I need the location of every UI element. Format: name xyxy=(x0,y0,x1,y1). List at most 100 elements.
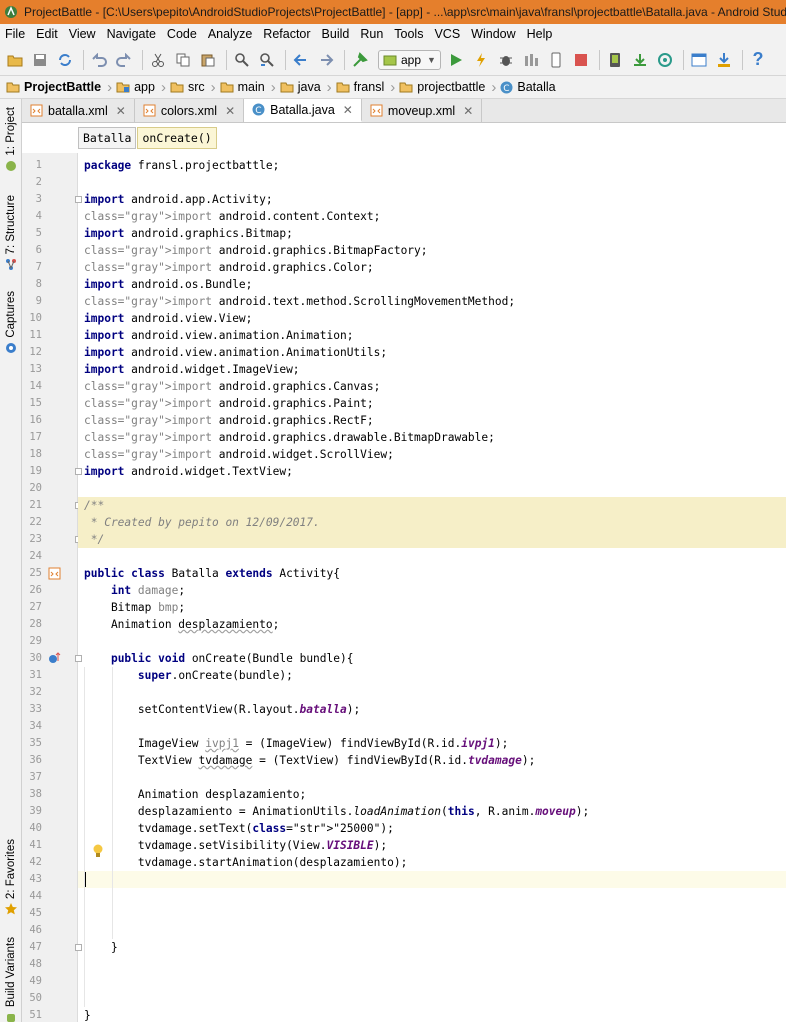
avd-manager-icon[interactable] xyxy=(604,49,626,71)
editor-tab[interactable]: batalla.xml ✕ xyxy=(22,99,135,122)
replace-icon[interactable] xyxy=(256,49,278,71)
code-line[interactable] xyxy=(78,548,786,565)
editor-tab[interactable]: colors.xml ✕ xyxy=(135,99,245,122)
code-line[interactable]: class="gray">import android.text.method.… xyxy=(78,293,786,310)
code-line[interactable]: setContentView(R.layout.batalla); xyxy=(78,701,786,718)
code-editor[interactable]: Batalla onCreate() 1 2 3 4 5 6 7 8 9 10 11 12 13 14 15… xyxy=(22,123,786,1022)
code-line[interactable]: class="gray">import android.graphics.Bit… xyxy=(78,242,786,259)
code-line[interactable]: public void onCreate(Bundle bundle){ xyxy=(78,650,786,667)
code-line[interactable] xyxy=(78,684,786,701)
code-line[interactable]: import android.view.animation.Animation; xyxy=(78,327,786,344)
code-line[interactable] xyxy=(78,905,786,922)
menu-build[interactable]: Build xyxy=(317,27,356,41)
close-icon[interactable]: ✕ xyxy=(343,103,353,117)
breadcrumb-item[interactable]: src › xyxy=(170,76,220,99)
cut-icon[interactable] xyxy=(147,49,169,71)
code-line[interactable]: Bitmap bmp; xyxy=(78,599,786,616)
forward-icon[interactable] xyxy=(315,49,337,71)
line-number-gutter[interactable]: 1 2 3 4 5 6 7 8 9 10 11 12 13 14 15 16 17 18 19 20 21 22 23 24 2… xyxy=(22,153,82,1022)
make-project-icon[interactable] xyxy=(349,49,371,71)
code-line[interactable]: tvdamage.setVisibility(View.VISIBLE); xyxy=(78,837,786,854)
find-icon[interactable] xyxy=(231,49,253,71)
code-line[interactable]: Animation desplazamiento; xyxy=(78,616,786,633)
sidebar-tab-build-variants[interactable]: Build Variants xyxy=(0,937,22,1022)
menu-edit[interactable]: Edit xyxy=(31,27,64,41)
back-icon[interactable] xyxy=(290,49,312,71)
menu-help[interactable]: Help xyxy=(522,27,559,41)
menu-code[interactable]: Code xyxy=(162,27,203,41)
code-line[interactable] xyxy=(78,480,786,497)
editor-breadcrumb-method[interactable]: onCreate() xyxy=(137,127,217,149)
breadcrumb-item[interactable]: projectbattle › xyxy=(399,76,500,99)
code-line[interactable]: import android.view.animation.AnimationU… xyxy=(78,344,786,361)
close-icon[interactable]: ✕ xyxy=(225,104,235,118)
code-line[interactable]: import android.widget.ImageView; xyxy=(78,361,786,378)
paste-icon[interactable] xyxy=(197,49,219,71)
breadcrumb-item[interactable]: main › xyxy=(220,76,280,99)
breadcrumb-item[interactable]: fransl › xyxy=(336,76,400,99)
code-line[interactable] xyxy=(78,973,786,990)
breadcrumb-item[interactable]: app › xyxy=(116,76,170,99)
menu-vcs[interactable]: VCS xyxy=(429,27,466,41)
close-icon[interactable]: ✕ xyxy=(463,104,473,118)
code-line[interactable]: class="gray">import android.graphics.Pai… xyxy=(78,395,786,412)
save-all-icon[interactable] xyxy=(29,49,51,71)
code-line[interactable]: tvdamage.startAnimation(desplazamiento); xyxy=(78,854,786,871)
copy-icon[interactable] xyxy=(172,49,194,71)
code-line[interactable]: import android.app.Activity; xyxy=(78,191,786,208)
android-manifest-icon[interactable] xyxy=(48,567,61,583)
code-line[interactable]: class="gray">import android.graphics.Can… xyxy=(78,378,786,395)
close-icon[interactable]: ✕ xyxy=(116,104,126,118)
code-line[interactable]: class="gray">import android.widget.Scrol… xyxy=(78,446,786,463)
code-line[interactable]: tvdamage.setText(class="str">"25000"); xyxy=(78,820,786,837)
instant-run-icon[interactable] xyxy=(470,49,492,71)
editor-breadcrumb-class[interactable]: Batalla xyxy=(78,127,137,149)
code-line[interactable]: ImageView ivpj1 = (ImageView) findViewBy… xyxy=(78,735,786,752)
code-area[interactable]: package fransl.projectbattle; import andr… xyxy=(78,153,786,1022)
help-icon[interactable]: ? xyxy=(747,49,769,71)
sidebar-tab-project[interactable]: 1: Project xyxy=(0,107,22,172)
code-line[interactable] xyxy=(78,871,786,888)
code-line[interactable]: class="gray">import android.content.Cont… xyxy=(78,208,786,225)
code-line[interactable] xyxy=(78,174,786,191)
code-line[interactable] xyxy=(78,633,786,650)
code-line[interactable]: * Created by pepito on 12/09/2017. xyxy=(78,514,786,531)
run-configuration-dropdown[interactable]: app ▼ xyxy=(378,49,441,70)
code-line[interactable]: class="gray">import android.graphics.dra… xyxy=(78,429,786,446)
code-line[interactable]: package fransl.projectbattle; xyxy=(78,157,786,174)
code-line[interactable]: } xyxy=(78,1007,786,1022)
sidebar-tab-structure[interactable]: 7: Structure xyxy=(0,195,22,271)
menu-analyze[interactable]: Analyze xyxy=(203,27,258,41)
sidebar-tab-captures[interactable]: Captures xyxy=(0,291,22,354)
menu-view[interactable]: View xyxy=(64,27,102,41)
menu-tools[interactable]: Tools xyxy=(389,27,429,41)
code-line[interactable]: import android.os.Bundle; xyxy=(78,276,786,293)
code-line[interactable]: int damage; xyxy=(78,582,786,599)
code-line[interactable]: import android.graphics.Bitmap; xyxy=(78,225,786,242)
apply-changes-icon[interactable] xyxy=(545,49,567,71)
breadcrumb-item[interactable]: ProjectBattle › xyxy=(6,76,116,99)
code-line[interactable]: Animation desplazamiento; xyxy=(78,786,786,803)
sync-icon[interactable] xyxy=(54,49,76,71)
sidebar-tab-favorites[interactable]: 2: Favorites xyxy=(0,839,22,915)
sdk-manager-icon[interactable] xyxy=(629,49,651,71)
menu-navigate[interactable]: Navigate xyxy=(102,27,162,41)
undo-icon[interactable] xyxy=(88,49,110,71)
code-line[interactable]: desplazamiento = AnimationUtils.loadAnim… xyxy=(78,803,786,820)
editor-tab[interactable]: C Batalla.java ✕ xyxy=(244,99,362,122)
code-line[interactable] xyxy=(78,888,786,905)
menu-window[interactable]: Window xyxy=(466,27,521,41)
menu-refactor[interactable]: Refactor xyxy=(258,27,316,41)
debug-icon[interactable] xyxy=(495,49,517,71)
code-line[interactable]: TextView tvdamage = (TextView) findViewB… xyxy=(78,752,786,769)
code-line[interactable]: class="gray">import android.graphics.Rec… xyxy=(78,412,786,429)
stop-icon[interactable] xyxy=(570,49,592,71)
editor-tab[interactable]: moveup.xml ✕ xyxy=(362,99,483,122)
breadcrumb-item[interactable]: java › xyxy=(280,76,336,99)
breadcrumb-item[interactable]: C Batalla xyxy=(500,76,559,99)
code-line[interactable]: } xyxy=(78,939,786,956)
code-line[interactable] xyxy=(78,922,786,939)
menu-file[interactable]: File xyxy=(0,27,31,41)
redo-icon[interactable] xyxy=(113,49,135,71)
code-line[interactable]: import android.widget.TextView; xyxy=(78,463,786,480)
